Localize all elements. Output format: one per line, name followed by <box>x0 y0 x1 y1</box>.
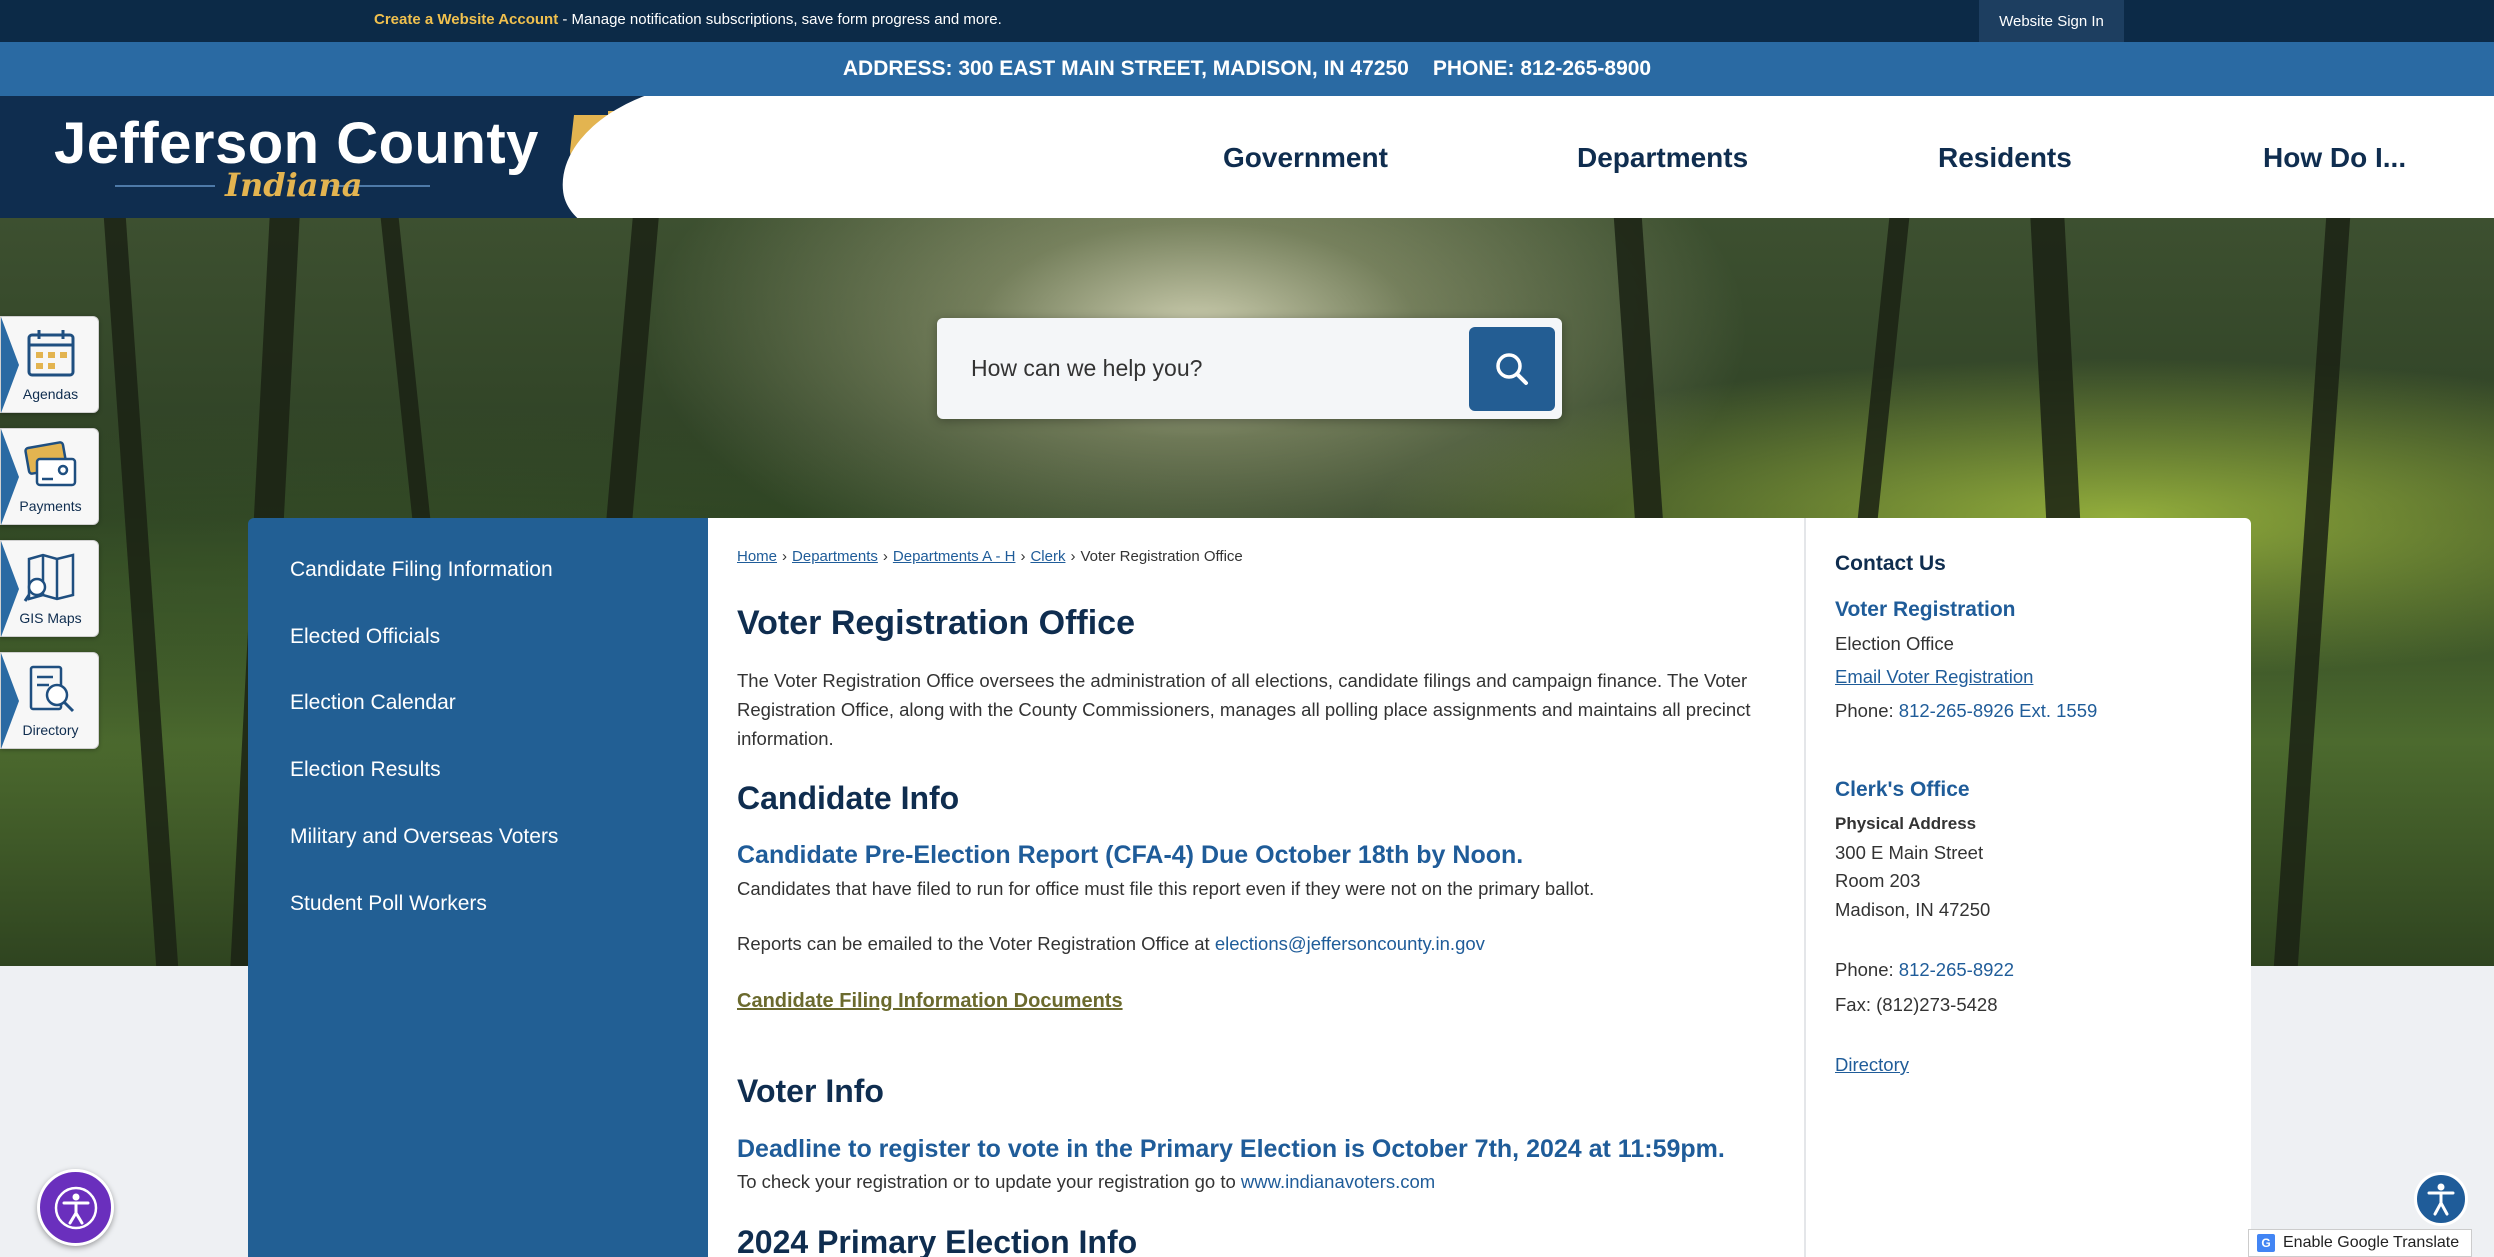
voter-info-heading: Voter Info <box>737 1073 884 1109</box>
breadcrumb-departments[interactable]: Departments <box>792 548 878 565</box>
site-header: Jefferson County Indiana Government Depa… <box>0 96 2494 218</box>
quick-link-label: Agendas <box>22 386 79 402</box>
primary-election-heading: 2024 Primary Election Info <box>737 1224 1138 1257</box>
sidebar-item-student-poll-workers[interactable]: Student Poll Workers <box>290 892 487 916</box>
calendar-icon <box>27 330 75 377</box>
address-line-1: 300 E Main Street <box>1835 842 1984 863</box>
indianavoters-link[interactable]: www.indianavoters.com <box>1241 1171 1435 1192</box>
breadcrumb-clerk[interactable]: Clerk <box>1030 548 1065 565</box>
clerks-office-phone: Phone: 812-265-8922 <box>1835 959 2014 981</box>
accessibility-widget-button[interactable] <box>37 1169 114 1246</box>
clerks-office-name: Clerk's Office <box>1835 778 1970 801</box>
quick-link-label: Payments <box>19 498 82 514</box>
section-sidebar: Candidate Filing Information Elected Off… <box>248 518 708 1257</box>
payments-icon <box>24 441 77 487</box>
cfa-heading-pre: Candidate Pre-Election Report <box>737 841 1106 869</box>
site-search <box>937 318 1562 419</box>
sidebar-item-election-results[interactable]: Election Results <box>290 758 441 782</box>
address-line-3: Madison, IN 47250 <box>1835 899 1991 920</box>
phone-label: Phone: <box>1835 700 1899 721</box>
quick-link-label: GIS Maps <box>19 610 82 626</box>
cfa-heading-post: Due October 18th by Noon. <box>1194 841 1524 869</box>
search-input[interactable] <box>971 348 1491 388</box>
candidate-filing-docs-link[interactable]: Candidate Filing Information Documents <box>737 990 1123 1013</box>
directory-icon <box>29 665 75 713</box>
breadcrumb-current: Voter Registration Office <box>1080 548 1243 565</box>
nav-government[interactable]: Government <box>1223 142 1388 174</box>
nav-how-do-i[interactable]: How Do I... <box>2263 142 2406 174</box>
create-account-link[interactable]: Create a Website Account <box>374 11 558 28</box>
nav-residents[interactable]: Residents <box>1938 142 2072 174</box>
accessibility-icon <box>54 1186 97 1229</box>
sidebar-item-military-overseas[interactable]: Military and Overseas Voters <box>290 825 558 849</box>
breadcrumb-home[interactable]: Home <box>737 548 777 565</box>
reports-text: Reports can be emailed to the Voter Regi… <box>737 933 1485 955</box>
check-registration-text: To check your registration or to update … <box>737 1171 1435 1193</box>
elections-email-link[interactable]: elections@jeffersoncounty.in.gov <box>1215 933 1485 954</box>
google-translate-label: Enable Google Translate <box>2283 1234 2460 1251</box>
email-voter-registration-link[interactable]: Email Voter Registration <box>1835 666 2033 688</box>
election-office-label: Election Office <box>1835 633 1954 654</box>
google-translate-icon: G <box>2257 1234 2275 1252</box>
quick-link-directory[interactable]: Directory <box>0 652 99 749</box>
sidebar-item-candidate-filing[interactable]: Candidate Filing Information <box>290 558 553 582</box>
tree-trunk <box>103 218 179 966</box>
reports-text-label: Reports can be emailed to the Voter Regi… <box>737 933 1215 954</box>
tree-trunk <box>2273 218 2351 966</box>
phone-label: Phone: <box>1835 959 1899 980</box>
logo-subtitle: Indiana <box>225 166 363 204</box>
search-icon <box>1496 353 1528 385</box>
sidebar-item-elected-officials[interactable]: Elected Officials <box>290 625 440 649</box>
site-logo[interactable]: Jefferson County Indiana <box>0 96 710 218</box>
top-utility-bar: Create a Website Account - Manage notifi… <box>0 0 2494 42</box>
quick-link-payments[interactable]: Payments <box>0 428 99 525</box>
page-title: Voter Registration Office <box>737 604 1135 642</box>
promo-text: - Manage notification subscriptions, sav… <box>558 11 1002 28</box>
google-translate-button[interactable]: G Enable Google Translate <box>2248 1229 2472 1257</box>
check-registration-label: To check your registration or to update … <box>737 1171 1241 1192</box>
main-content: Home › Departments › Departments A - H › Clerk… <box>708 518 1804 1257</box>
sidebar-item-election-calendar[interactable]: Election Calendar <box>290 691 456 715</box>
quick-link-gis-maps[interactable]: GIS Maps <box>0 540 99 637</box>
address-bar: ADDRESS: 300 EAST MAIN STREET, MADISON, … <box>0 42 2494 96</box>
voter-registration-phone-link[interactable]: 812-265-8926 Ext. 1559 <box>1899 700 2098 721</box>
cfa-heading: Candidate Pre-Election Report (CFA-4) Du… <box>737 841 1523 870</box>
breadcrumb-departments-a-h[interactable]: Departments A - H <box>893 548 1016 565</box>
contact-heading: Contact Us <box>1835 552 1946 575</box>
nav-departments[interactable]: Departments <box>1577 142 1748 174</box>
registration-deadline: Deadline to register to vote in the Prim… <box>737 1135 1725 1163</box>
clerks-office-fax: Fax: (812)273-5428 <box>1835 994 1998 1015</box>
logo-divider-left <box>115 185 215 187</box>
clerks-office-phone-link[interactable]: 812-265-8922 <box>1899 959 2014 980</box>
quick-link-agendas[interactable]: Agendas <box>0 316 99 413</box>
directory-link[interactable]: Directory <box>1835 1054 1909 1076</box>
voter-registration-phone: Phone: 812-265-8926 Ext. 1559 <box>1835 700 2097 722</box>
accessibility-icon <box>2427 1183 2455 1216</box>
candidate-info-heading: Candidate Info <box>737 780 960 816</box>
address-line-2: Room 203 <box>1835 870 1921 891</box>
breadcrumb: Home › Departments › Departments A - H › Clerk… <box>737 548 1243 565</box>
cfa-body: Candidates that have filed to run for of… <box>737 878 1595 899</box>
accessibility-menu-button[interactable] <box>2414 1172 2468 1226</box>
account-promo: Create a Website Account - Manage notifi… <box>374 11 1002 28</box>
county-address: ADDRESS: 300 EAST MAIN STREET, MADISON, … <box>842 57 1409 80</box>
search-button[interactable] <box>1469 327 1555 411</box>
website-sign-in-button[interactable]: Website Sign In <box>1979 0 2124 42</box>
intro-paragraph: The Voter Registration Office oversees t… <box>737 670 1751 749</box>
voter-registration-name: Voter Registration <box>1835 598 2016 621</box>
quick-link-label: Directory <box>22 722 79 738</box>
contact-panel: Contact Us Voter Registration Election O… <box>1804 518 2251 1257</box>
physical-address-label: Physical Address <box>1835 814 1977 833</box>
map-icon <box>23 553 75 602</box>
cfa-4-link[interactable]: (CFA-4) <box>1105 841 1194 869</box>
county-phone[interactable]: PHONE: 812-265-8900 <box>1433 57 1651 81</box>
